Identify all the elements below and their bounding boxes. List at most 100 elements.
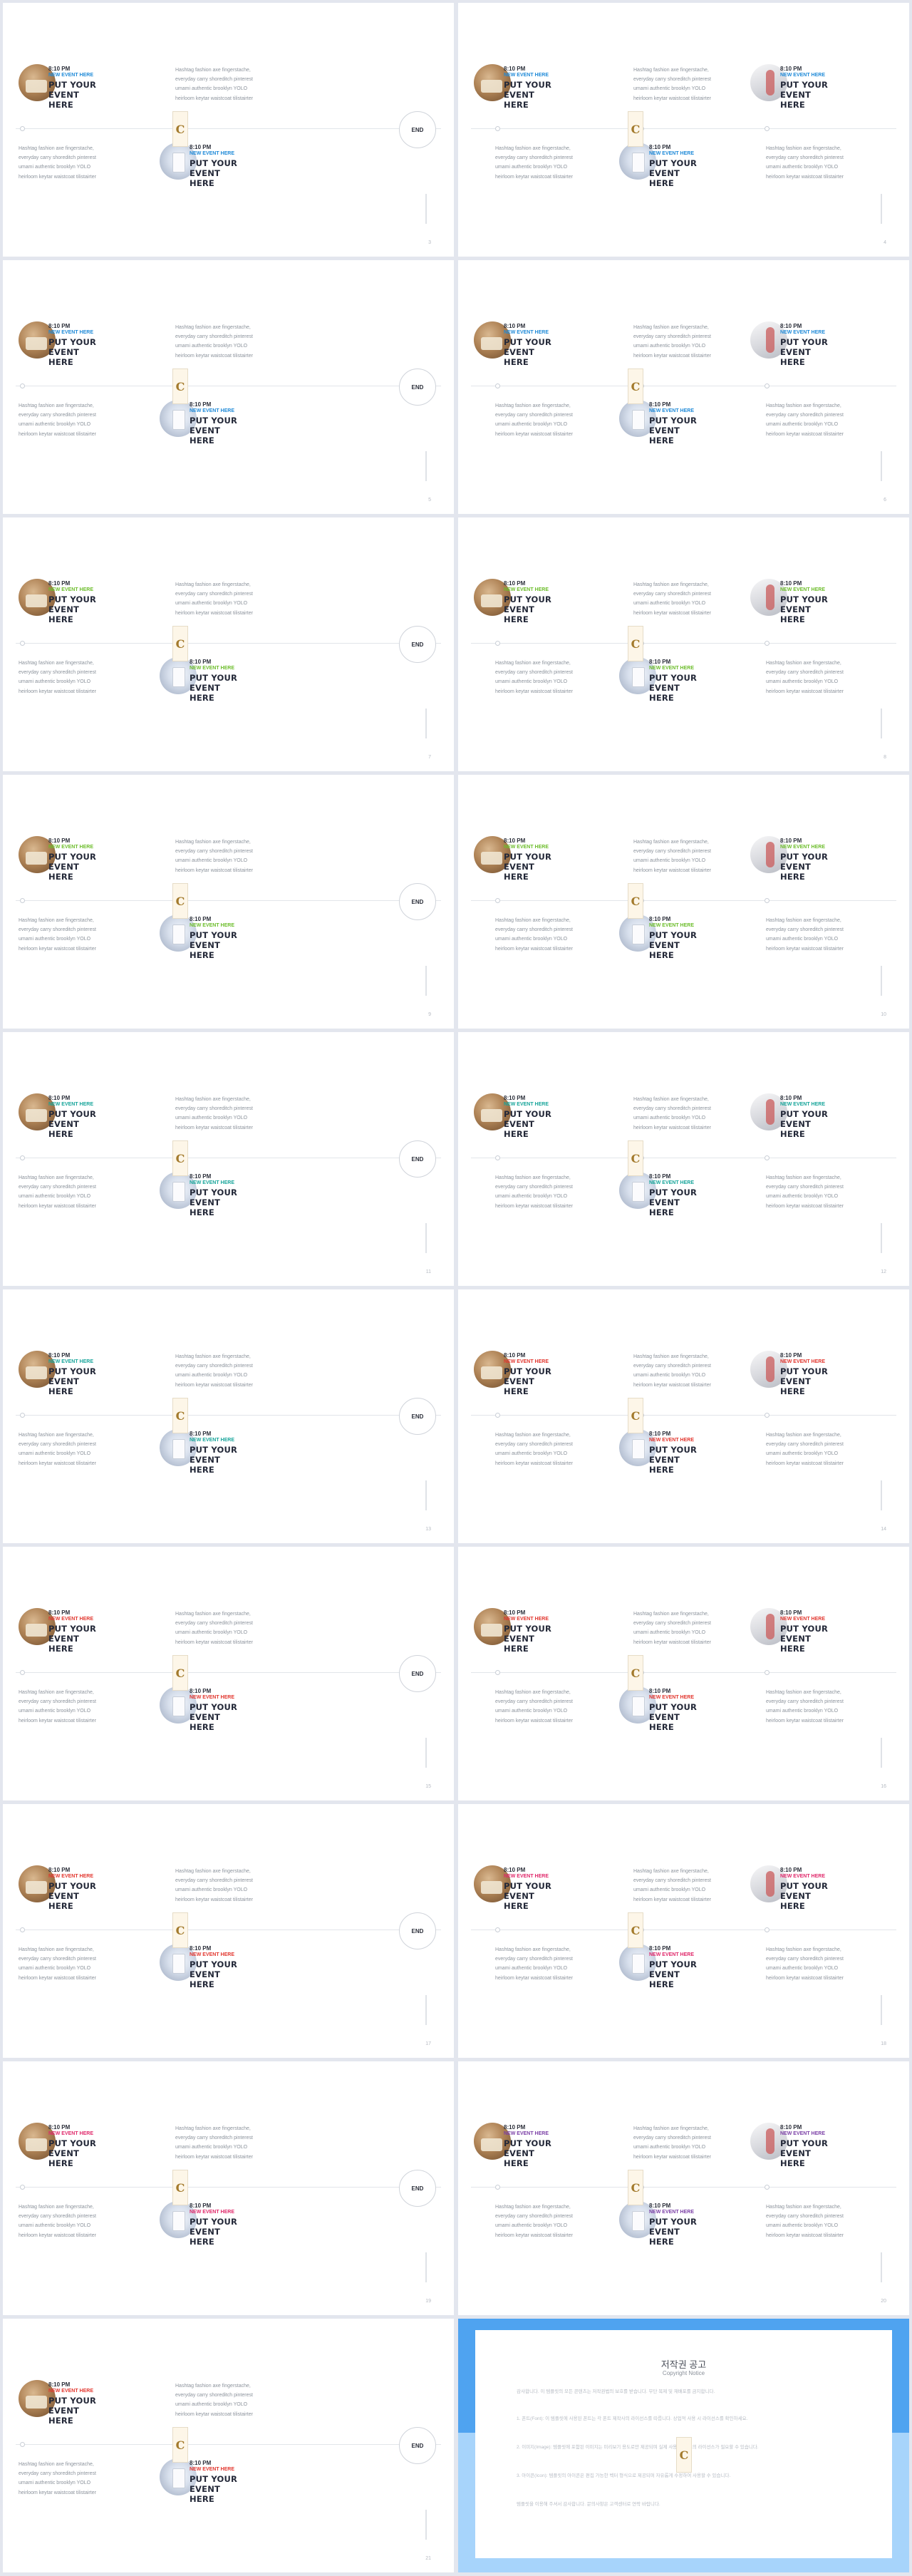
description-line: Hashtag fashion axe fingerstache, <box>495 2205 571 2210</box>
timeline-slide[interactable]: 8:10 PM NEW EVENT HERE PUT YOUR EVENT HERE H… <box>3 517 454 771</box>
description-line: everyday carry shoreditch pinterest <box>495 927 573 933</box>
description-line: heirloom keytar waistcoat tilistairter <box>19 1460 96 1466</box>
event-description: Hashtag fashion axe fingerstache, everyda… <box>175 1352 259 1390</box>
timeline-slide[interactable]: 8:10 PM NEW EVENT HERE PUT YOUR EVENT HERE H… <box>3 1804 454 2058</box>
timeline-slide[interactable]: 8:10 PM NEW EVENT HERE PUT YOUR EVENT HERE H… <box>3 2061 454 2315</box>
event-title-line: PUT YOUR EVENT <box>649 158 698 178</box>
event-description: Hashtag fashion axe fingerstache, everyda… <box>19 916 103 954</box>
event-block: 8:10 PM NEW EVENT HERE PUT YOUR EVENT HERE <box>504 1867 582 1911</box>
scroll-indicator <box>881 1995 882 2025</box>
center-letter: C <box>175 637 185 651</box>
center-letter: C <box>175 1151 185 1165</box>
timeline-dot <box>20 2185 25 2190</box>
center-image: C <box>628 626 643 661</box>
event-subtitle: NEW EVENT HERE <box>48 587 94 592</box>
end-marker: END <box>399 369 436 406</box>
timeline-slide[interactable]: 8:10 PM NEW EVENT HERE PUT YOUR EVENT HERE H… <box>3 260 454 514</box>
timeline-slide[interactable]: 8:10 PM NEW EVENT HERE PUT YOUR EVENT HERE H… <box>458 1804 909 2058</box>
description-line: umami authentic brooklyn YOLO <box>175 86 248 92</box>
description-line: heirloom keytar waistcoat tilistairter <box>495 431 573 437</box>
copyright-paragraph: 템플릿을 이용해 주셔서 감사합니다. 문의사항은 고객센터로 연락 바랍니다. <box>517 2502 660 2507</box>
timeline-dot <box>20 383 25 388</box>
description-line: Hashtag fashion axe fingerstache, <box>175 840 251 845</box>
description-line: umami authentic brooklyn YOLO <box>495 1709 568 1714</box>
copyright-slide[interactable]: 저작권 공고 Copyright Notice 감사합니다. 이 템플릿의 모든 콘… <box>458 2319 909 2572</box>
event-subtitle: NEW EVENT HERE <box>504 1617 549 1622</box>
timeline-slide[interactable]: 8:10 PM NEW EVENT HERE PUT YOUR EVENT HERE H… <box>3 1547 454 1800</box>
timeline-slide[interactable]: 8:10 PM NEW EVENT HERE PUT YOUR EVENT HERE H… <box>3 3 454 257</box>
timeline-slide[interactable]: 8:10 PM NEW EVENT HERE PUT YOUR EVENT HERE H… <box>458 517 909 771</box>
description-line: everyday carry shoreditch pinterest <box>175 849 253 855</box>
event-title-line: HERE <box>504 357 529 367</box>
description-line: Hashtag fashion axe fingerstache, <box>495 403 571 408</box>
timeline-slide[interactable]: 8:10 PM NEW EVENT HERE PUT YOUR EVENT HERE H… <box>458 1547 909 1800</box>
timeline-dot <box>495 2185 500 2190</box>
event-title-line: PUT YOUR EVENT <box>48 2138 97 2158</box>
event-block: 8:10 PM NEW EVENT HERE PUT YOUR EVENT HERE <box>780 580 859 624</box>
end-label: END <box>411 1413 424 1420</box>
event-title-line: PUT YOUR EVENT <box>504 594 552 614</box>
description-line: everyday carry shoreditch pinterest <box>19 670 96 676</box>
event-title: PUT YOUR EVENT HERE <box>48 1366 127 1396</box>
scroll-indicator <box>881 966 882 996</box>
event-block: 8:10 PM NEW EVENT HERE PUT YOUR EVENT HERE <box>649 1431 727 1475</box>
timeline-slide[interactable]: 8:10 PM NEW EVENT HERE PUT YOUR EVENT HERE H… <box>3 1289 454 1543</box>
description-line: heirloom keytar waistcoat tilistairter <box>495 1718 573 1724</box>
event-block: 8:10 PM NEW EVENT HERE PUT YOUR EVENT HERE <box>48 1609 127 1654</box>
description-line: heirloom keytar waistcoat tilistairter <box>175 1382 253 1388</box>
timeline-slide[interactable]: 8:10 PM NEW EVENT HERE PUT YOUR EVENT HERE H… <box>3 2319 454 2572</box>
description-line: heirloom keytar waistcoat tilistairter <box>766 2232 844 2238</box>
description-line: Hashtag fashion axe fingerstache, <box>19 403 94 408</box>
timeline-line <box>16 2444 441 2445</box>
timeline-slide[interactable]: 8:10 PM NEW EVENT HERE PUT YOUR EVENT HERE H… <box>458 775 909 1029</box>
event-time: 8:10 PM <box>504 580 526 587</box>
center-letter: C <box>175 2438 185 2452</box>
description-line: heirloom keytar waistcoat tilistairter <box>19 431 96 437</box>
event-title-line: PUT YOUR EVENT <box>504 337 552 357</box>
center-letter: C <box>631 1923 641 1937</box>
timeline-slide[interactable]: 8:10 PM NEW EVENT HERE PUT YOUR EVENT HERE H… <box>458 1289 909 1543</box>
center-letter: C <box>175 379 185 393</box>
timeline-slide[interactable]: 8:10 PM NEW EVENT HERE PUT YOUR EVENT HERE H… <box>458 2061 909 2315</box>
event-block: 8:10 PM NEW EVENT HERE PUT YOUR EVENT HERE <box>190 1945 268 1989</box>
event-title-line: PUT YOUR EVENT <box>504 1109 552 1129</box>
event-title-line: PUT YOUR EVENT <box>48 2396 97 2416</box>
page-number: 21 <box>425 2556 431 2561</box>
center-image: C <box>676 2437 692 2473</box>
event-subtitle: NEW EVENT HERE <box>649 408 695 413</box>
timeline-dot <box>20 898 25 903</box>
event-title-line: HERE <box>649 178 674 188</box>
center-image: C <box>172 2427 188 2463</box>
description-line: heirloom keytar waistcoat tilistairter <box>175 867 253 873</box>
event-title-line: PUT YOUR EVENT <box>504 1881 552 1901</box>
event-subtitle: NEW EVENT HERE <box>48 2131 94 2136</box>
description-line: heirloom keytar waistcoat tilistairter <box>175 2154 253 2160</box>
description-line: umami authentic brooklyn YOLO <box>175 1116 248 1121</box>
event-title-line: HERE <box>504 1901 529 1911</box>
event-description: Hashtag fashion axe fingerstache, everyda… <box>495 144 579 182</box>
center-image: C <box>628 1912 643 1948</box>
description-line: umami authentic brooklyn YOLO <box>175 1887 248 1893</box>
scroll-indicator <box>425 966 427 996</box>
event-title-line: PUT YOUR EVENT <box>190 1702 238 1722</box>
timeline-slide[interactable]: 8:10 PM NEW EVENT HERE PUT YOUR EVENT HERE H… <box>3 1032 454 1286</box>
timeline-slide[interactable]: 8:10 PM NEW EVENT HERE PUT YOUR EVENT HERE H… <box>458 260 909 514</box>
timeline-slide[interactable]: 8:10 PM NEW EVENT HERE PUT YOUR EVENT HERE H… <box>3 775 454 1029</box>
event-title-line: PUT YOUR EVENT <box>504 1624 552 1644</box>
timeline-line <box>471 900 896 901</box>
event-title: PUT YOUR EVENT HERE <box>780 80 859 110</box>
timeline-dot <box>20 1155 25 1160</box>
timeline-slide[interactable]: 8:10 PM NEW EVENT HERE PUT YOUR EVENT HERE H… <box>458 1032 909 1286</box>
event-block: 8:10 PM NEW EVENT HERE PUT YOUR EVENT HERE <box>780 1095 859 1139</box>
event-description: Hashtag fashion axe fingerstache, everyda… <box>175 1095 259 1133</box>
event-title: PUT YOUR EVENT HERE <box>649 1187 727 1217</box>
timeline-slide[interactable]: 8:10 PM NEW EVENT HERE PUT YOUR EVENT HERE H… <box>458 3 909 257</box>
center-image: C <box>172 1398 188 1433</box>
description-line: heirloom keytar waistcoat tilistairter <box>19 2490 96 2495</box>
event-description: Hashtag fashion axe fingerstache, everyda… <box>19 401 103 439</box>
copyright-paragraph: 3. 아이콘(Icon): 템플릿의 아이콘은 편집 가능한 벡터 형식으로 제… <box>517 2473 731 2478</box>
description-line: heirloom keytar waistcoat tilistairter <box>175 1125 253 1130</box>
description-line: umami authentic brooklyn YOLO <box>766 679 839 685</box>
description-line: umami authentic brooklyn YOLO <box>766 937 839 942</box>
timeline-line <box>16 128 441 129</box>
